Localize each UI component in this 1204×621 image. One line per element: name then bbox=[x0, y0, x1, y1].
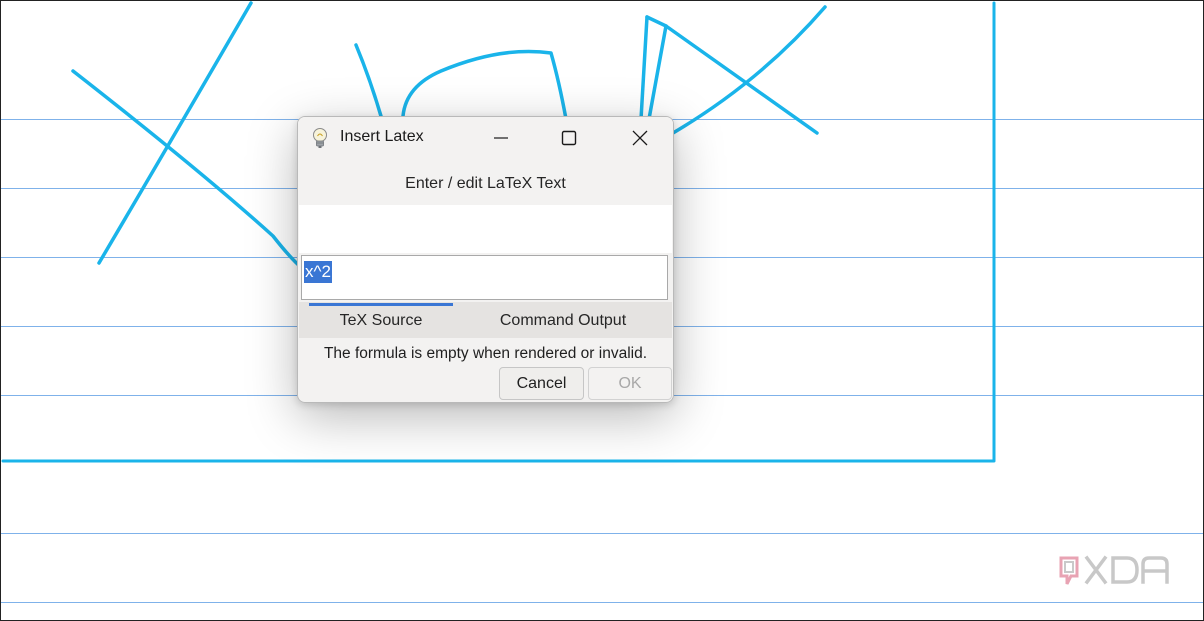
selected-latex-text: x^2 bbox=[304, 261, 332, 283]
note-canvas[interactable]: Insert Latex Enter / edit LaTeX Text x^2 bbox=[0, 0, 1204, 621]
close-icon bbox=[632, 130, 648, 146]
ok-button[interactable]: OK bbox=[588, 367, 672, 400]
dialog-heading: Enter / edit LaTeX Text bbox=[405, 175, 566, 192]
tab-tex-source[interactable]: TeX Source bbox=[309, 302, 453, 338]
minimize-icon bbox=[494, 137, 508, 139]
cancel-button[interactable]: Cancel bbox=[499, 367, 584, 400]
close-button[interactable] bbox=[623, 121, 657, 155]
insert-latex-dialog: Insert Latex Enter / edit LaTeX Text x^2 bbox=[297, 116, 674, 403]
lightbulb-icon bbox=[313, 128, 327, 148]
dialog-titlebar[interactable]: Insert Latex bbox=[298, 117, 673, 159]
tab-command-output[interactable]: Command Output bbox=[469, 302, 657, 338]
latex-source-input[interactable]: x^2 bbox=[301, 255, 668, 300]
source-output-tabs: TeX Source Command Output bbox=[299, 302, 672, 338]
minimize-button[interactable] bbox=[484, 121, 518, 155]
latex-preview-area bbox=[299, 205, 672, 253]
dialog-title: Insert Latex bbox=[340, 128, 424, 145]
formula-status-message: The formula is empty when rendered or in… bbox=[323, 345, 648, 362]
xda-watermark-logo bbox=[1059, 555, 1169, 585]
maximize-button[interactable] bbox=[552, 121, 586, 155]
maximize-icon bbox=[561, 130, 577, 146]
